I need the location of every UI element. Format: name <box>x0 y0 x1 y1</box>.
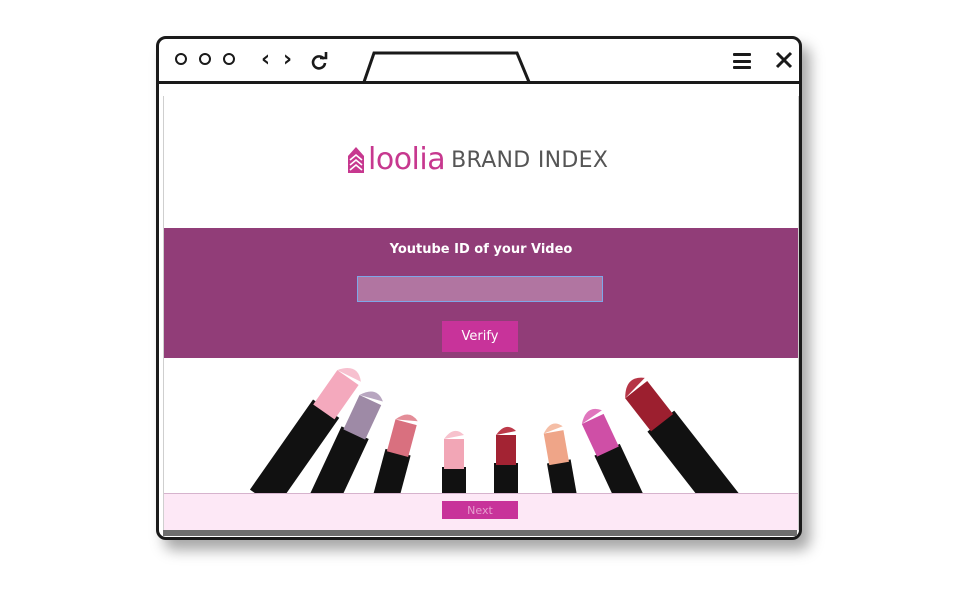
brand-logo: loolia BRAND INDEX <box>348 137 608 177</box>
next-button[interactable]: Next <box>442 501 518 519</box>
forward-icon[interactable]: › <box>283 47 292 72</box>
youtube-id-input[interactable] <box>357 276 603 302</box>
tab-outline <box>362 51 531 83</box>
window-bottom-strip <box>163 530 797 536</box>
lipstick-banner <box>249 368 742 493</box>
window-chrome: ‹ › <box>159 39 799 85</box>
menu-icon[interactable] <box>733 53 751 69</box>
reload-icon[interactable] <box>309 51 329 71</box>
verify-button[interactable]: Verify <box>442 321 518 352</box>
close-icon[interactable] <box>773 49 795 71</box>
brand-name: loolia <box>368 142 446 177</box>
browser-window: ‹ › loolia BRAND INDEX Youtube ID of you… <box>156 36 802 540</box>
brand-mark-icon <box>348 147 364 173</box>
verify-panel: Youtube ID of your Video Verify <box>164 228 798 358</box>
window-dot-icon-3[interactable] <box>223 53 235 65</box>
lipstick-image <box>249 368 742 493</box>
back-icon[interactable]: ‹ <box>261 47 270 72</box>
page-viewport: loolia BRAND INDEX Youtube ID of your Vi… <box>163 96 799 530</box>
window-dot-icon-1[interactable] <box>175 53 187 65</box>
brand-subtitle: BRAND INDEX <box>451 148 609 173</box>
youtube-id-label: Youtube ID of your Video <box>389 242 573 257</box>
window-dot-icon-2[interactable] <box>199 53 211 65</box>
chrome-divider <box>159 81 799 84</box>
footer-bar: Next <box>164 493 798 530</box>
